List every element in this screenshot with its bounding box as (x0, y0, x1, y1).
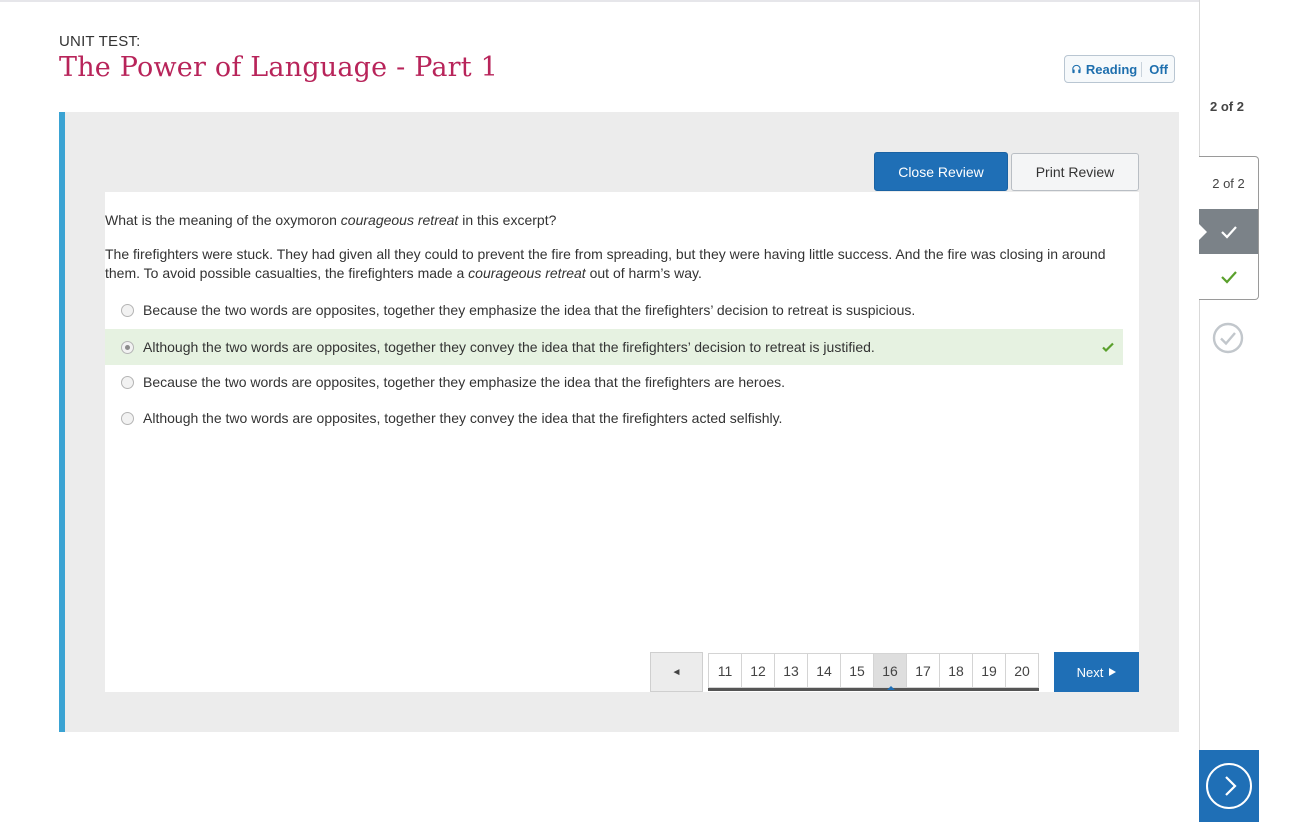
answer-option-correct[interactable]: Although the two words are opposites, to… (105, 329, 1123, 365)
previous-page-button[interactable]: ◄ (650, 652, 703, 692)
check-icon (1220, 271, 1237, 284)
sidebar-divider (1199, 0, 1200, 822)
sidebar-box-count: 2 of 2 (1212, 175, 1245, 191)
prompt-text: What is the meaning of the oxymoron (105, 212, 341, 228)
question-content: What is the meaning of the oxymoron cour… (105, 192, 1139, 692)
reading-label: Reading (1085, 61, 1138, 77)
answer-option[interactable]: Although the two words are opposites, to… (105, 400, 1123, 436)
page-button[interactable]: 14 (807, 653, 841, 688)
headphones-icon (1072, 64, 1081, 74)
page-button[interactable]: 11 (708, 653, 742, 688)
sidebar-next-button[interactable] (1199, 750, 1259, 822)
chevron-right-circle-icon (1206, 763, 1252, 809)
prompt-term: courageous retreat (340, 212, 459, 228)
top-rule (0, 0, 1200, 2)
excerpt-term: courageous retreat (468, 265, 586, 281)
sidebar-count: 2 of 2 (1210, 99, 1244, 114)
page-button[interactable]: 18 (939, 653, 973, 688)
excerpt: The firefighters were stuck. They had gi… (105, 245, 1125, 283)
answer-option[interactable]: Because the two words are opposites, tog… (105, 292, 1123, 328)
close-review-button[interactable]: Close Review (874, 152, 1008, 191)
reading-toggle-button[interactable]: Reading Off (1064, 55, 1175, 83)
check-icon (1220, 225, 1237, 239)
print-review-button[interactable]: Print Review (1011, 153, 1139, 191)
page-button[interactable]: 13 (774, 653, 808, 688)
page-button[interactable]: 19 (972, 653, 1006, 688)
option-text: Because the two words are opposites, tog… (143, 374, 786, 390)
excerpt-text-end: out of harm’s way. (585, 265, 702, 281)
unit-label: UNIT TEST: (59, 33, 141, 50)
radio-button[interactable] (121, 375, 134, 389)
sidebar-item[interactable] (1199, 254, 1258, 300)
option-text: Although the two words are opposites, to… (143, 410, 783, 426)
reading-state: Off (1141, 61, 1168, 77)
next-label: Next (1076, 664, 1104, 680)
radio-button[interactable] (121, 303, 134, 317)
play-right-icon (1109, 668, 1117, 676)
question-prompt: What is the meaning of the oxymoron cour… (105, 212, 556, 228)
circle-check-icon (1212, 322, 1244, 354)
question-panel: Close Review Print Review What is the me… (59, 112, 1179, 732)
page-button[interactable]: 20 (1005, 653, 1039, 688)
prompt-text-end: in this excerpt? (458, 212, 557, 228)
option-text: Because the two words are opposites, tog… (143, 302, 916, 318)
page-button[interactable]: 15 (840, 653, 874, 688)
answer-option[interactable]: Because the two words are opposites, tog… (105, 364, 1123, 400)
excerpt-line-1: The firefighters were stuck. They had gi… (105, 246, 1106, 262)
page-button[interactable]: 17 (906, 653, 940, 688)
page-navigation: 11 12 13 14 15 16 17 18 19 20 (708, 653, 1039, 691)
sidebar-item-active[interactable] (1199, 209, 1258, 254)
excerpt-text: them. To avoid possible casualties, the … (105, 265, 469, 281)
page-button[interactable]: 12 (741, 653, 775, 688)
next-page-button[interactable]: Next (1054, 652, 1139, 692)
option-text: Although the two words are opposites, to… (143, 339, 875, 355)
sidebar-question-list: 2 of 2 (1199, 156, 1259, 300)
page-button-current[interactable]: 16 (873, 653, 907, 690)
radio-button[interactable] (121, 411, 134, 425)
page-title: The Power of Language - Part 1 (59, 52, 499, 83)
correct-check-icon (1102, 342, 1114, 353)
excerpt-line-2: them. To avoid possible casualties, the … (105, 264, 1125, 283)
radio-button-selected[interactable] (121, 340, 134, 354)
